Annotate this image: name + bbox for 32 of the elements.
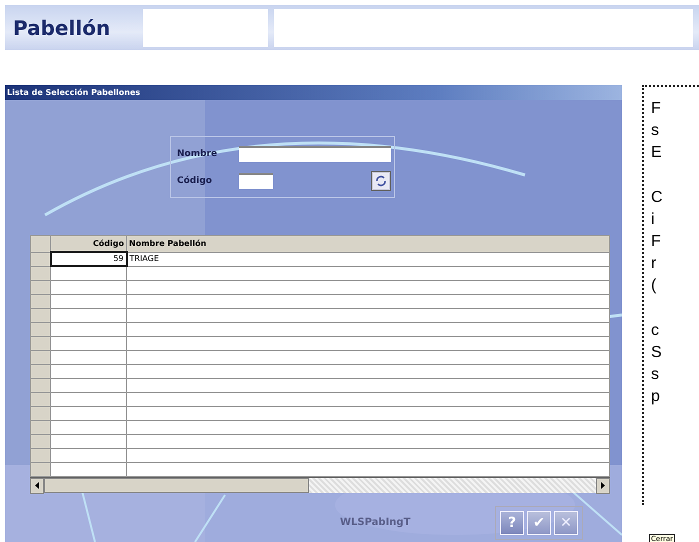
- note-text: c: [651, 320, 660, 340]
- note-text: s: [651, 364, 660, 385]
- column-header[interactable]: Nombre Pabellón: [126, 236, 610, 252]
- note-text: F: [651, 99, 662, 119]
- window-title: Lista de Selección Pabellones: [5, 85, 622, 100]
- note-text: S: [651, 342, 663, 363]
- note-text: p: [651, 387, 661, 408]
- help-button[interactable]: ?: [500, 510, 524, 534]
- refresh-button[interactable]: [371, 170, 391, 191]
- accept-button[interactable]: ✔: [527, 510, 551, 534]
- table-cell: 59: [50, 252, 126, 266]
- text-field[interactable]: [239, 146, 391, 162]
- field-label: Pabellón: [12, 16, 112, 40]
- text-field[interactable]: [143, 8, 268, 46]
- horizontal-scrollbar[interactable]: [30, 476, 610, 492]
- close-button[interactable]: ✕: [554, 510, 578, 534]
- note-text: F: [651, 232, 662, 252]
- field-label: Nombre: [177, 149, 218, 160]
- text-field[interactable]: [239, 172, 273, 189]
- form-id: WLSPabIngT: [340, 517, 412, 528]
- note-text: s: [651, 121, 660, 142]
- column-header[interactable]: Código: [50, 236, 126, 252]
- left-arrow-icon[interactable]: [35, 482, 39, 489]
- note-text: r: [651, 254, 658, 274]
- note-text: i: [651, 210, 656, 230]
- field-label: Código: [177, 176, 213, 186]
- table-cell: TRIAGE: [126, 252, 610, 266]
- right-arrow-icon[interactable]: [601, 482, 605, 489]
- note-text: (: [651, 276, 658, 296]
- note-text: E: [651, 143, 663, 164]
- note-text: C: [651, 188, 664, 208]
- text-field[interactable]: [274, 8, 693, 46]
